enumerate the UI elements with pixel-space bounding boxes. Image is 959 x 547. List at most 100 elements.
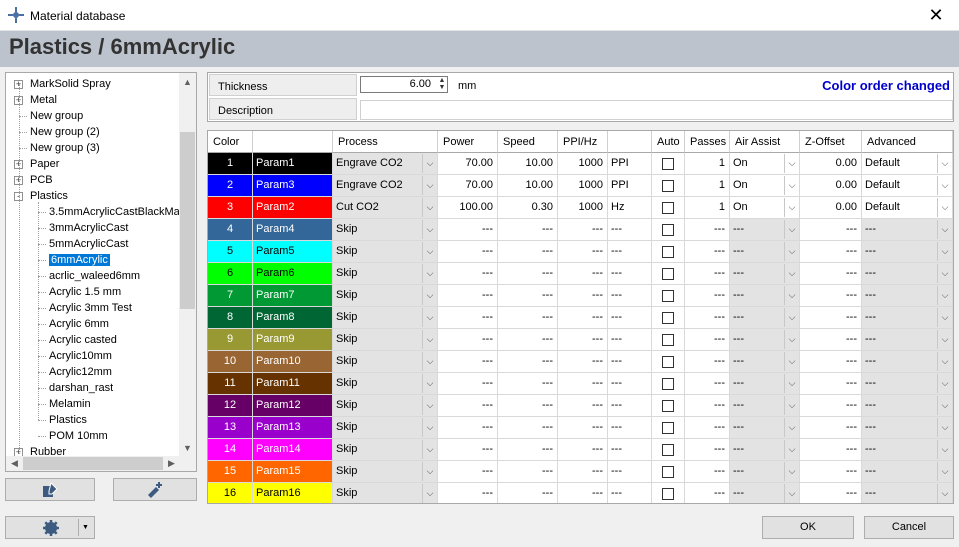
chevron-down-icon[interactable]: ⌵: [937, 440, 952, 459]
air-assist-dropdown[interactable]: --- ⌵: [730, 417, 800, 439]
advanced-dropdown[interactable]: --- ⌵: [862, 263, 953, 285]
auto-checkbox[interactable]: [662, 466, 674, 478]
ppi-cell[interactable]: ---: [558, 241, 608, 263]
chevron-down-icon[interactable]: ▼: [82, 517, 89, 538]
auto-checkbox[interactable]: [662, 488, 674, 500]
chevron-down-icon[interactable]: ⌵: [784, 176, 799, 195]
color-swatch[interactable]: 8: [208, 307, 253, 329]
passes-cell[interactable]: ---: [685, 395, 730, 417]
passes-cell[interactable]: ---: [685, 263, 730, 285]
tree-item[interactable]: Acrylic 3mm Test: [49, 300, 132, 316]
passes-cell[interactable]: ---: [685, 439, 730, 461]
power-cell[interactable]: ---: [438, 219, 498, 241]
tree-item[interactable]: Plastics: [30, 188, 68, 204]
power-cell[interactable]: ---: [438, 329, 498, 351]
passes-cell[interactable]: ---: [685, 417, 730, 439]
speed-cell[interactable]: ---: [498, 219, 558, 241]
power-cell[interactable]: ---: [438, 351, 498, 373]
z-offset-cell[interactable]: 0.00: [800, 197, 862, 219]
ppi-cell[interactable]: ---: [558, 483, 608, 503]
z-offset-cell[interactable]: ---: [800, 285, 862, 307]
chevron-down-icon[interactable]: ⌵: [937, 308, 952, 327]
tree-item[interactable]: New group (3): [30, 140, 100, 156]
auto-checkbox[interactable]: [662, 202, 674, 214]
power-cell[interactable]: ---: [438, 395, 498, 417]
tree-horizontal-scrollbar[interactable]: ◀ ▶: [6, 456, 196, 471]
passes-cell[interactable]: ---: [685, 241, 730, 263]
ppi-cell[interactable]: ---: [558, 219, 608, 241]
passes-cell[interactable]: ---: [685, 483, 730, 503]
process-dropdown[interactable]: Skip ⌵: [333, 483, 438, 503]
column-header[interactable]: Z-Offset: [800, 131, 862, 153]
chevron-down-icon[interactable]: ⌵: [937, 242, 952, 261]
param-name[interactable]: Param11: [253, 373, 333, 395]
tree-item[interactable]: Melamin: [49, 396, 91, 412]
chevron-down-icon[interactable]: ⌵: [937, 396, 952, 415]
ppi-cell[interactable]: 1000: [558, 197, 608, 219]
chevron-down-icon[interactable]: ⌵: [784, 462, 799, 481]
ppi-cell[interactable]: 1000: [558, 153, 608, 175]
process-dropdown[interactable]: Cut CO2 ⌵: [333, 197, 438, 219]
z-offset-cell[interactable]: 0.00: [800, 153, 862, 175]
tree-vertical-scrollbar[interactable]: ▲ ▼: [179, 73, 196, 456]
air-assist-dropdown[interactable]: --- ⌵: [730, 263, 800, 285]
z-offset-cell[interactable]: ---: [800, 483, 862, 503]
z-offset-cell[interactable]: ---: [800, 307, 862, 329]
scroll-right-icon[interactable]: ▶: [164, 456, 179, 470]
process-dropdown[interactable]: Skip ⌵: [333, 285, 438, 307]
process-dropdown[interactable]: Skip ⌵: [333, 329, 438, 351]
ppi-cell[interactable]: ---: [558, 373, 608, 395]
power-cell[interactable]: ---: [438, 417, 498, 439]
passes-cell[interactable]: ---: [685, 329, 730, 351]
color-swatch[interactable]: 11: [208, 373, 253, 395]
column-header[interactable]: Color: [208, 131, 253, 153]
param-name[interactable]: Param2: [253, 197, 333, 219]
chevron-down-icon[interactable]: ⌵: [937, 220, 952, 239]
settings-button[interactable]: ▼: [5, 516, 95, 539]
power-cell[interactable]: ---: [438, 373, 498, 395]
tree-item[interactable]: Metal: [30, 92, 57, 108]
z-offset-cell[interactable]: ---: [800, 417, 862, 439]
speed-cell[interactable]: ---: [498, 439, 558, 461]
chevron-down-icon[interactable]: ⌵: [784, 440, 799, 459]
ppi-cell[interactable]: ---: [558, 439, 608, 461]
edit-material-button[interactable]: [5, 478, 95, 501]
advanced-dropdown[interactable]: --- ⌵: [862, 285, 953, 307]
z-offset-cell[interactable]: ---: [800, 351, 862, 373]
scroll-left-icon[interactable]: ◀: [7, 456, 22, 470]
advanced-dropdown[interactable]: Default ⌵: [862, 175, 953, 197]
chevron-down-icon[interactable]: ⌵: [422, 396, 437, 415]
chevron-down-icon[interactable]: ⌵: [784, 286, 799, 305]
ppi-cell[interactable]: ---: [558, 263, 608, 285]
chevron-down-icon[interactable]: ⌵: [784, 330, 799, 349]
passes-cell[interactable]: ---: [685, 373, 730, 395]
color-swatch[interactable]: 10: [208, 351, 253, 373]
ppi-cell[interactable]: ---: [558, 417, 608, 439]
process-dropdown[interactable]: Skip ⌵: [333, 373, 438, 395]
color-swatch[interactable]: 2: [208, 175, 253, 197]
description-input[interactable]: [360, 100, 953, 120]
chevron-down-icon[interactable]: ⌵: [784, 264, 799, 283]
advanced-dropdown[interactable]: --- ⌵: [862, 219, 953, 241]
ok-button[interactable]: OK: [762, 516, 854, 539]
z-offset-cell[interactable]: ---: [800, 241, 862, 263]
chevron-down-icon[interactable]: ⌵: [784, 374, 799, 393]
column-header[interactable]: [253, 131, 333, 153]
ppi-cell[interactable]: ---: [558, 351, 608, 373]
auto-checkbox[interactable]: [662, 224, 674, 236]
chevron-down-icon[interactable]: ⌵: [422, 308, 437, 327]
process-dropdown[interactable]: Skip ⌵: [333, 461, 438, 483]
auto-checkbox[interactable]: [662, 268, 674, 280]
param-name[interactable]: Param15: [253, 461, 333, 483]
speed-cell[interactable]: ---: [498, 307, 558, 329]
chevron-down-icon[interactable]: ⌵: [422, 154, 437, 173]
chevron-down-icon[interactable]: ⌵: [937, 198, 952, 217]
speed-cell[interactable]: ---: [498, 417, 558, 439]
chevron-down-icon[interactable]: ⌵: [784, 396, 799, 415]
speed-cell[interactable]: 10.00: [498, 153, 558, 175]
param-name[interactable]: Param12: [253, 395, 333, 417]
column-header[interactable]: Power: [438, 131, 498, 153]
chevron-down-icon[interactable]: ⌵: [784, 352, 799, 371]
air-assist-dropdown[interactable]: On ⌵: [730, 175, 800, 197]
param-name[interactable]: Param9: [253, 329, 333, 351]
